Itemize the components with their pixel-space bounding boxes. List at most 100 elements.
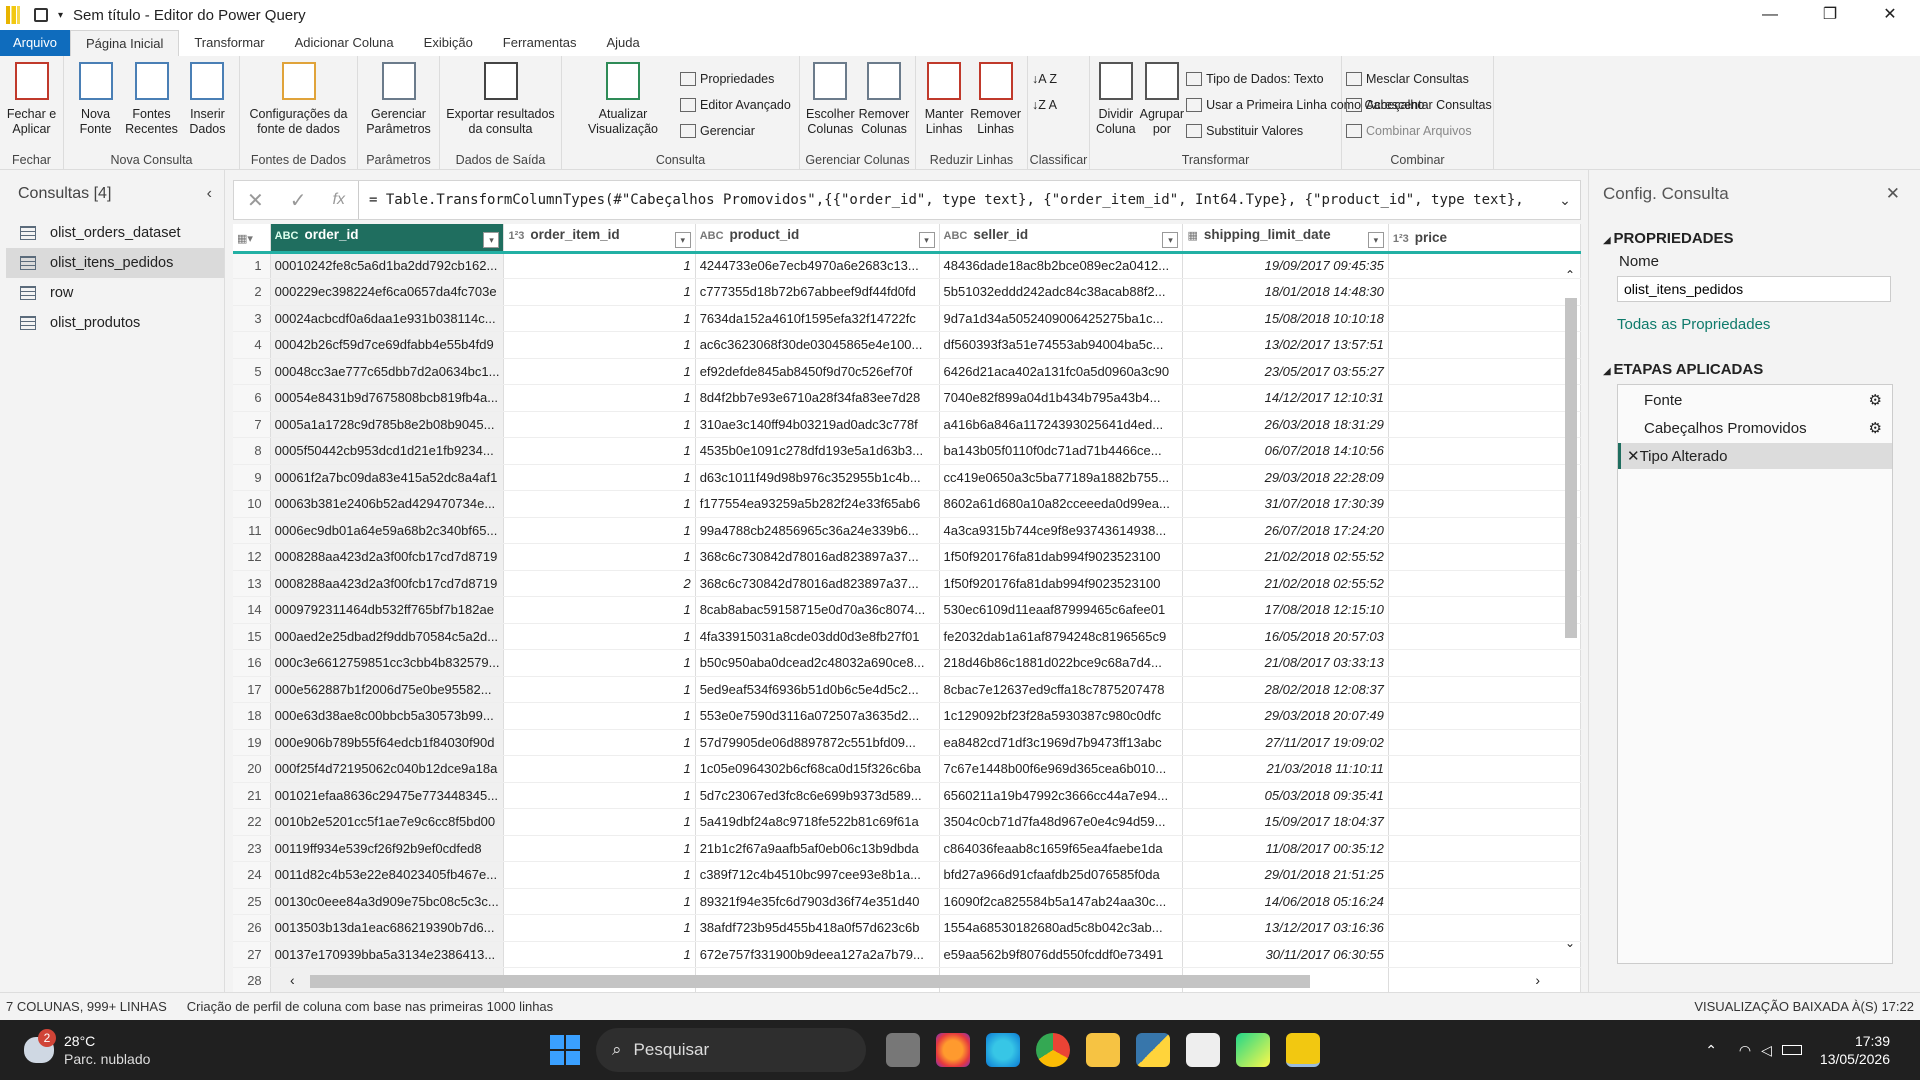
cell-order_id[interactable]: 00137e170939bba5a3134e2386413... [270, 941, 505, 968]
cell-price[interactable] [1388, 517, 1581, 544]
close-button[interactable]: ✕ [1860, 0, 1920, 30]
cell-order_item_id[interactable]: 2 [503, 570, 696, 597]
cell-order_id[interactable]: 000e562887b1f2006d75e0be95582... [270, 676, 505, 703]
cell-order_id[interactable]: 0005a1a1728c9d785b8e2b08b9045... [270, 411, 505, 438]
row-number[interactable]: 26 [233, 914, 271, 942]
query-item-olist_itens_pedidos[interactable]: olist_itens_pedidos [6, 248, 224, 278]
ribbon-small-mesclar-consultas[interactable]: Mesclar Consultas [1346, 66, 1492, 92]
ribbon-small-acrescentar-consultas[interactable]: Acrescentar Consultas [1346, 92, 1492, 118]
cell-order_id[interactable]: 000c3e6612759851cc3cbb4b832579... [270, 649, 505, 677]
tab-transformar[interactable]: Transformar [179, 30, 279, 56]
cell-order_id[interactable]: 0013503b13da1eac686219390b7d6... [270, 914, 505, 942]
query-item-olist_orders_dataset[interactable]: olist_orders_dataset [6, 218, 224, 248]
collapse-pane-icon[interactable]: ‹ [207, 185, 212, 203]
cell-order_item_id[interactable]: 1 [503, 702, 696, 730]
ribbon-button-agrupar[interactable]: Agrupar por [1140, 62, 1184, 137]
step-settings-gear-icon[interactable]: ⚙ [1869, 419, 1882, 437]
cell-order_id[interactable]: 0009792311464db532ff765bf7b182ae [270, 596, 505, 624]
profiling-status[interactable]: Criação de perfil de coluna com base nas… [187, 999, 553, 1014]
cell-order_item_id[interactable]: 1 [503, 941, 696, 968]
tab-exibição[interactable]: Exibição [409, 30, 488, 56]
row-number[interactable]: 2 [233, 278, 271, 306]
cell-order_id[interactable]: 0010b2e5201cc5f1ae7e9c6cc8f5bd00 [270, 808, 505, 836]
cell-product_id[interactable]: ac6c3623068f30de03045865e4e100... [695, 331, 940, 359]
ribbon-small-editor-avan-ado[interactable]: Editor Avançado [680, 92, 791, 118]
column-header-order_id[interactable]: ABC order_id ▾ [270, 224, 505, 254]
row-number[interactable]: 3 [233, 305, 271, 332]
cell-order_item_id[interactable]: 1 [503, 252, 696, 279]
cell-order_id[interactable]: 0011d82c4b53e22e84023405fb467e... [270, 861, 505, 889]
cell-seller_id[interactable]: 1f50f920176fa81dab994f9023523100 [939, 543, 1184, 571]
ribbon-button-escolher[interactable]: Escolher Colunas [806, 62, 855, 137]
cell-product_id[interactable]: 368c6c730842d78016ad823897a37... [695, 543, 940, 571]
cell-shipping_limit_date[interactable]: 14/06/2018 05:16:24 [1182, 888, 1389, 915]
cell-order_id[interactable]: 0008288aa423d2a3f00fcb17cd7d8719 [270, 543, 505, 571]
cell-seller_id[interactable]: 8602a61d680a10a82cceeeda0d99ea... [939, 490, 1184, 518]
minimize-button[interactable]: — [1740, 0, 1800, 30]
notepad-icon[interactable] [1186, 1033, 1220, 1067]
cell-seller_id[interactable]: 9d7a1d34a5052409006425275ba1c... [939, 305, 1184, 332]
cell-seller_id[interactable]: 218d46b86c1881d022bce9c68a7d4... [939, 649, 1184, 677]
cell-product_id[interactable]: 5ed9eaf534f6936b51d0b6c5e4d5c2... [695, 676, 940, 703]
ribbon-button-atualizar[interactable]: Atualizar Visualização [568, 62, 678, 137]
row-number[interactable]: 18 [233, 702, 271, 730]
cell-product_id[interactable]: 5d7c23067ed3fc8c6e699b9373d589... [695, 782, 940, 809]
cell-seller_id[interactable]: 7040e82f899a04d1b434b795a43b4... [939, 384, 1184, 412]
cell-order_id[interactable]: 00130c0eee84a3d909e75bc08c5c3c... [270, 888, 505, 915]
cell-product_id[interactable]: 8cab8abac59158715e0d70a36c8074... [695, 596, 940, 624]
cell-price[interactable] [1388, 729, 1581, 756]
cell-seller_id[interactable]: 8cbac7e12637ed9cffa18c7875207478 [939, 676, 1184, 703]
cell-product_id[interactable]: 672e757f331900b9deea127a2a7b79... [695, 941, 940, 968]
ribbon-button-nova[interactable]: Nova Fonte [70, 62, 121, 137]
cell-order_id[interactable]: 00042b26cf59d7ce69dfabb4e55b4fd9 [270, 331, 505, 359]
powerbi-taskbar-icon[interactable] [1286, 1033, 1320, 1067]
cell-shipping_limit_date[interactable]: 15/08/2018 10:10:18 [1182, 305, 1389, 332]
tab-página-inicial[interactable]: Página Inicial [70, 30, 180, 56]
cell-order_item_id[interactable]: 1 [503, 543, 696, 571]
column-header-seller_id[interactable]: ABC seller_id ▾ [939, 224, 1184, 254]
cell-seller_id[interactable]: 16090f2ca825584b5a147ab24aa30c... [939, 888, 1184, 915]
cell-order_id[interactable]: 00010242fe8c5a6d1ba2dd792cb162... [270, 252, 505, 279]
query-name-input[interactable] [1617, 276, 1891, 302]
weather-widget[interactable]: 2 28°C Parc. nublado [24, 1029, 224, 1068]
edge-icon[interactable] [986, 1033, 1020, 1067]
cell-product_id[interactable]: 4fa33915031a8cde03dd0d3e8fb27f01 [695, 623, 940, 650]
ribbon-button-inserir[interactable]: Inserir Dados [182, 62, 233, 137]
quick-access-dropdown-icon[interactable]: ▾ [58, 10, 63, 21]
cell-order_id[interactable]: 000229ec398224ef6ca0657da4fc703e [270, 278, 505, 306]
cell-shipping_limit_date[interactable]: 15/09/2017 18:04:37 [1182, 808, 1389, 836]
delete-step-icon[interactable]: ✕ [1627, 447, 1640, 465]
row-number[interactable]: 20 [233, 755, 271, 783]
cell-order_id[interactable]: 0008288aa423d2a3f00fcb17cd7d8719 [270, 570, 505, 597]
fx-icon[interactable]: fx [333, 191, 345, 209]
cell-product_id[interactable]: 99a4788cb24856965c36a24e339b6... [695, 517, 940, 544]
cell-seller_id[interactable]: 4a3ca9315b744ce9f8e93743614938... [939, 517, 1184, 544]
cell-product_id[interactable]: 38afdf723b95d455b418a0f57d623c6b [695, 914, 940, 942]
cell-order_item_id[interactable]: 1 [503, 676, 696, 703]
volume-icon[interactable]: ◁ [1761, 1042, 1772, 1059]
cell-product_id[interactable]: d63c1011f49d98b976c352955b1c4b... [695, 464, 940, 491]
cell-order_id[interactable]: 000f25f4d72195062c040b12dce9a18a [270, 755, 505, 783]
cell-order_item_id[interactable]: 1 [503, 914, 696, 942]
cell-price[interactable] [1388, 331, 1581, 359]
cell-order_item_id[interactable]: 1 [503, 649, 696, 677]
cell-order_item_id[interactable]: 1 [503, 861, 696, 889]
cell-order_id[interactable]: 00048cc3ae777c65dbb7d2a0634bc1... [270, 358, 505, 385]
cell-seller_id[interactable]: cc419e0650a3c5ba77189a1882b755... [939, 464, 1184, 491]
row-number[interactable]: 19 [233, 729, 271, 756]
cell-order_id[interactable]: 0005f50442cb953dcd1d21e1fb9234... [270, 437, 505, 465]
cell-price[interactable] [1388, 305, 1581, 332]
cell-price[interactable] [1388, 437, 1581, 465]
row-number[interactable]: 8 [233, 437, 271, 465]
filter-dropdown-icon[interactable]: ▾ [1367, 231, 1384, 248]
column-header-shipping_limit_date[interactable]: ▦ shipping_limit_date ▾ [1182, 224, 1389, 254]
cell-product_id[interactable]: 368c6c730842d78016ad823897a37... [695, 570, 940, 597]
row-number[interactable]: 16 [233, 649, 271, 677]
cell-order_id[interactable]: 00061f2a7bc09da83e415a52dc8a4af1 [270, 464, 505, 491]
cell-shipping_limit_date[interactable]: 05/03/2018 09:35:41 [1182, 782, 1389, 809]
cell-seller_id[interactable]: fe2032dab1a61af8794248c8196565c9 [939, 623, 1184, 650]
applied-step-fonte[interactable]: Fonte ⚙ [1618, 387, 1892, 413]
cell-price[interactable] [1388, 888, 1581, 915]
cell-product_id[interactable]: 21b1c2f67a9aafb5af0eb06c13b9dbda [695, 835, 940, 862]
cell-price[interactable] [1388, 861, 1581, 889]
